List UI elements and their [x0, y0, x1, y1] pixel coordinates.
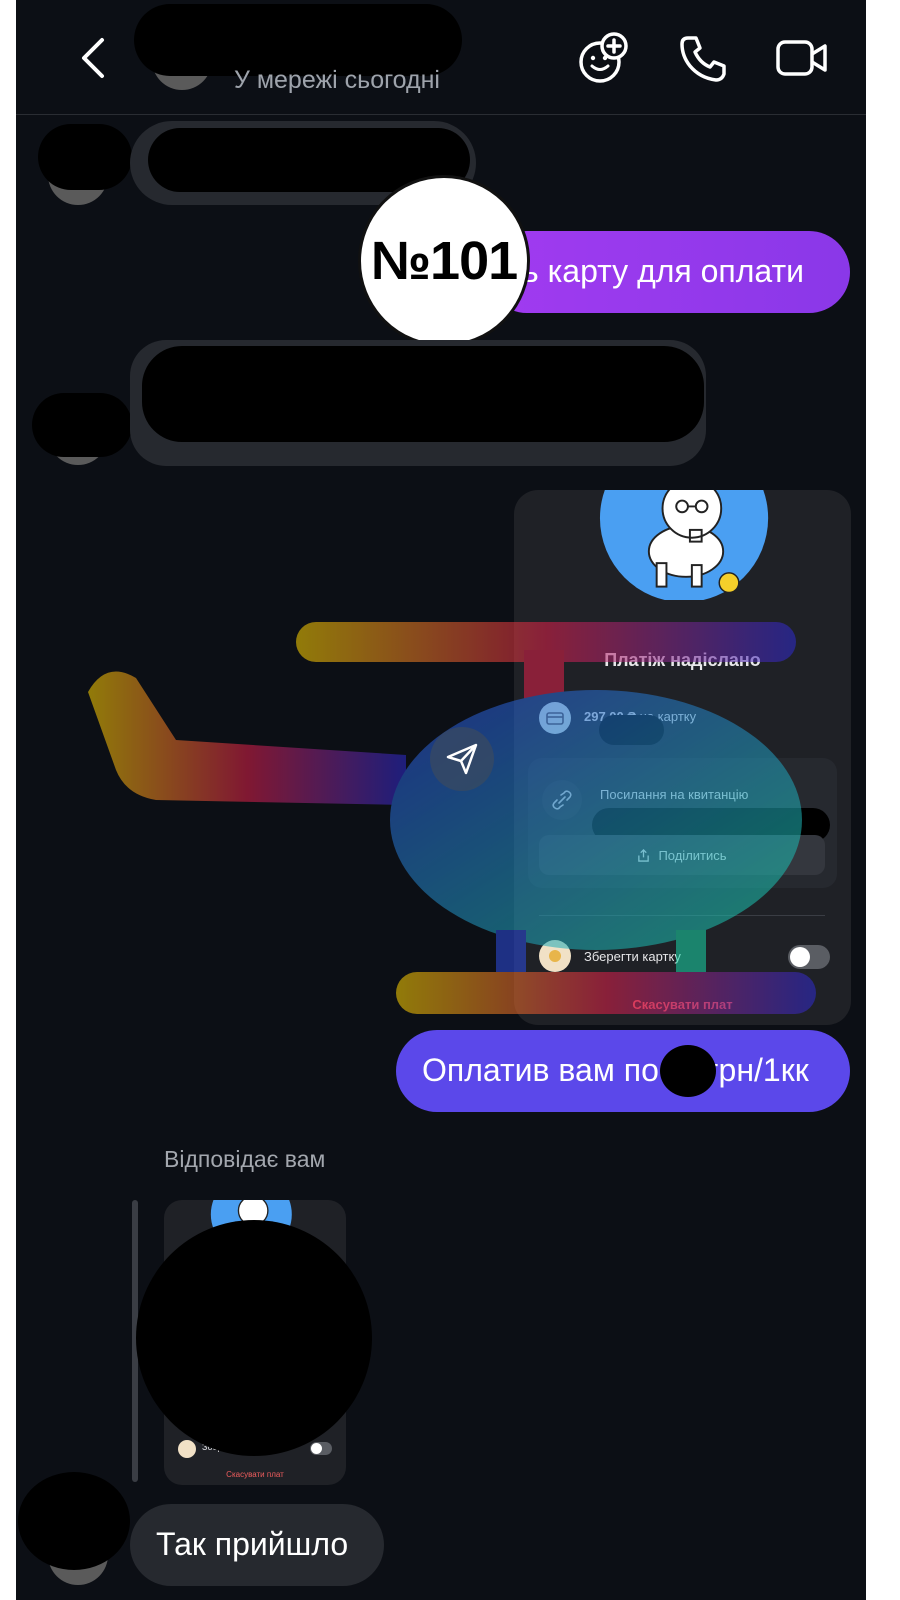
cancel-payment-link[interactable]: Скасувати плат: [514, 997, 851, 1012]
outgoing-message[interactable]: ь карту для оплати: [486, 231, 850, 313]
payment-receipt-card[interactable]: Платіж надіслано 297.00 ₴ на картку Поси…: [514, 490, 851, 1025]
save-card-toggle[interactable]: [788, 945, 830, 969]
back-icon[interactable]: [74, 34, 114, 82]
avatar-redacted: [38, 124, 132, 190]
amount-redacted: [660, 1045, 716, 1097]
save-card-label: Зберегти картку: [584, 949, 681, 964]
message-redacted: [142, 346, 704, 442]
wallet-icon: [178, 1440, 196, 1458]
chat-header: У мережі сьогодні: [16, 0, 866, 115]
incoming-message[interactable]: Так прийшло: [130, 1504, 384, 1586]
avatar-redacted: [32, 393, 132, 457]
video-icon[interactable]: [774, 30, 830, 86]
receipt-link-label: Посилання на квитанцію: [600, 787, 749, 802]
phone-icon[interactable]: [676, 30, 732, 86]
share-button[interactable]: Поділитись: [539, 835, 825, 875]
stamp-label: №101: [370, 231, 518, 291]
reply-redacted: [136, 1220, 372, 1456]
divider: [539, 915, 825, 916]
online-status: У мережі сьогодні: [234, 66, 440, 94]
message-text: Оплатив вам по грн/1кк: [422, 1052, 809, 1089]
link-icon: [542, 780, 582, 820]
avatar-redacted: [18, 1472, 130, 1570]
receipt-title: Платіж надіслано: [604, 650, 761, 670]
add-emoji-icon[interactable]: [576, 30, 632, 86]
number-stamp: №101: [358, 175, 530, 347]
wallet-icon: [539, 940, 571, 972]
message-text-prefix: Оплатив вам по: [422, 1052, 659, 1088]
card-number-redacted: [599, 715, 664, 745]
send-icon: [430, 727, 494, 791]
share-icon: [638, 848, 650, 862]
outgoing-message[interactable]: Оплатив вам по грн/1кк: [396, 1030, 850, 1112]
mini-cancel-label: Скасувати плат: [226, 1470, 284, 1479]
card-icon: [539, 702, 571, 734]
reply-label: Відповідає вам: [164, 1146, 326, 1172]
chat-screen: У мережі сьогодні ь карту для оплати №10…: [16, 0, 866, 1600]
mini-toggle: [310, 1442, 332, 1455]
share-label: Поділитись: [658, 847, 727, 863]
message-text: ь карту для оплати: [522, 253, 805, 289]
message-text: Так прийшло: [156, 1526, 349, 1562]
cat-illustration: [599, 490, 769, 600]
message-text-suffix: грн/1кк: [706, 1052, 809, 1088]
